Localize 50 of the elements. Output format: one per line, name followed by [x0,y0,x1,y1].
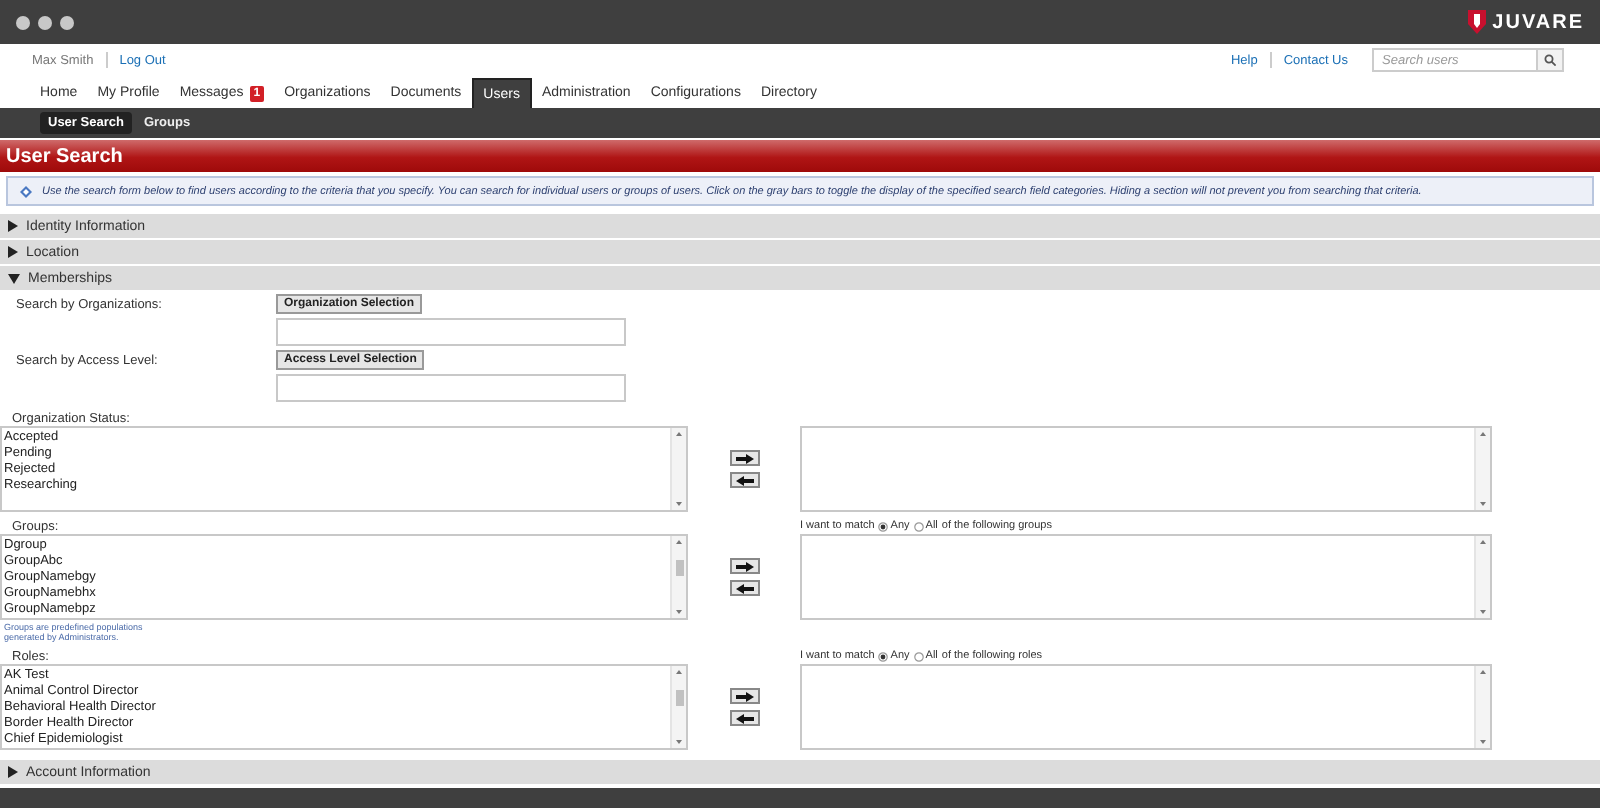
scroll-up-arrow-icon [676,540,682,544]
left-arrow-icon [735,583,753,593]
scrollbar[interactable] [670,666,686,748]
window-dot [60,15,74,29]
selection-field[interactable] [276,318,626,346]
expand-triangle-icon [8,246,18,258]
page-title: User Search [6,145,123,167]
scroll-down-arrow-icon [1480,610,1486,614]
add-button[interactable] [729,450,759,466]
window-dot [16,15,30,29]
scrollbar[interactable] [1474,428,1490,510]
selection-field[interactable] [276,374,626,402]
radio-icon[interactable] [913,521,924,531]
right-arrow-icon [735,453,753,463]
shield-icon [1468,10,1487,34]
right-arrow-icon [735,561,753,571]
scroll-up-arrow-icon [676,670,682,674]
search-button[interactable] [1536,48,1564,72]
remove-button[interactable] [729,472,759,488]
scroll-up-arrow-icon [1480,540,1486,544]
scroll-up-arrow-icon [1480,670,1486,674]
scroll-down-arrow-icon [676,610,682,614]
expand-triangle-icon [8,766,18,778]
add-button[interactable] [729,558,759,574]
scroll-down-arrow-icon [676,740,682,744]
radio-selected-icon[interactable] [878,651,889,661]
radio-selected-icon[interactable] [878,521,889,531]
scroll-down-arrow-icon [1480,740,1486,744]
scrollbar[interactable] [670,536,686,618]
search-icon [1544,54,1556,66]
info-diamond-icon [20,185,32,197]
radio-icon[interactable] [913,651,924,661]
selected-listbox[interactable] [800,426,1492,512]
scroll-down-arrow-icon [1480,502,1486,506]
window-dot [38,15,52,29]
brand-logo: JUVARE [1492,11,1584,33]
scroll-up-arrow-icon [1480,432,1486,436]
scrollbar[interactable] [1474,536,1490,618]
add-button[interactable] [729,688,759,704]
left-arrow-icon [735,713,753,723]
remove-button[interactable] [729,710,759,726]
scrollbar[interactable] [1474,666,1490,748]
scrollbar[interactable] [670,428,686,510]
collapse-triangle-icon [8,273,20,283]
scroll-down-arrow-icon [676,502,682,506]
right-arrow-icon [735,691,753,701]
remove-button[interactable] [729,580,759,596]
scroll-up-arrow-icon [676,432,682,436]
expand-triangle-icon [8,220,18,232]
left-arrow-icon [735,475,753,485]
